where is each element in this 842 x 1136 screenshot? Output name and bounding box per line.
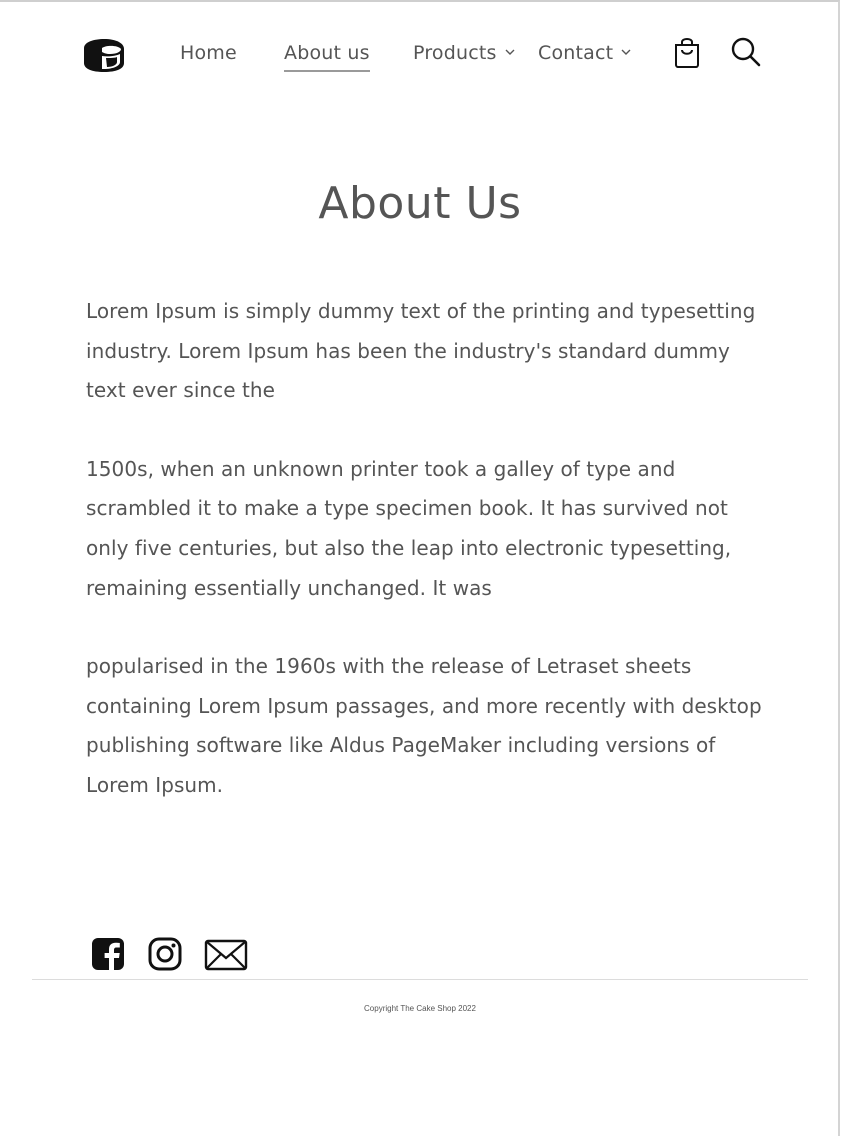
paragraph: popularised in the 1960s with the releas… [86,654,762,797]
mail-icon[interactable] [204,939,248,971]
nav-products[interactable]: Products [413,40,516,70]
footer-divider [32,979,808,980]
copyright-text: Copyright The Cake Shop 2022 [364,1004,476,1013]
nav-about-us[interactable]: About us [284,40,370,72]
nav-contact-label: Contact [538,42,614,64]
shopping-bag-icon[interactable] [672,35,702,69]
chevron-down-icon [621,49,631,55]
paragraph: 1500s, when an unknown printer took a ga… [86,456,732,600]
site-header: Home About us Products Contact [0,2,840,102]
page-title: About Us [318,178,522,229]
search-icon[interactable] [730,36,762,68]
nav-about-us-label: About us [284,42,370,64]
nav-home-label: Home [180,42,237,64]
about-text: Lorem Ipsum is simply dummy text of the … [86,292,766,845]
page: Home About us Products Contact About Us [0,0,840,1136]
paragraph: Lorem Ipsum is simply dummy text of the … [86,299,756,403]
nav-products-label: Products [413,42,497,64]
nav-contact[interactable]: Contact [538,40,632,70]
facebook-icon[interactable] [90,936,126,972]
chevron-down-icon [505,49,515,55]
cake-logo-icon[interactable] [80,36,126,74]
nav-home[interactable]: Home [180,40,237,70]
instagram-icon[interactable] [147,936,183,972]
